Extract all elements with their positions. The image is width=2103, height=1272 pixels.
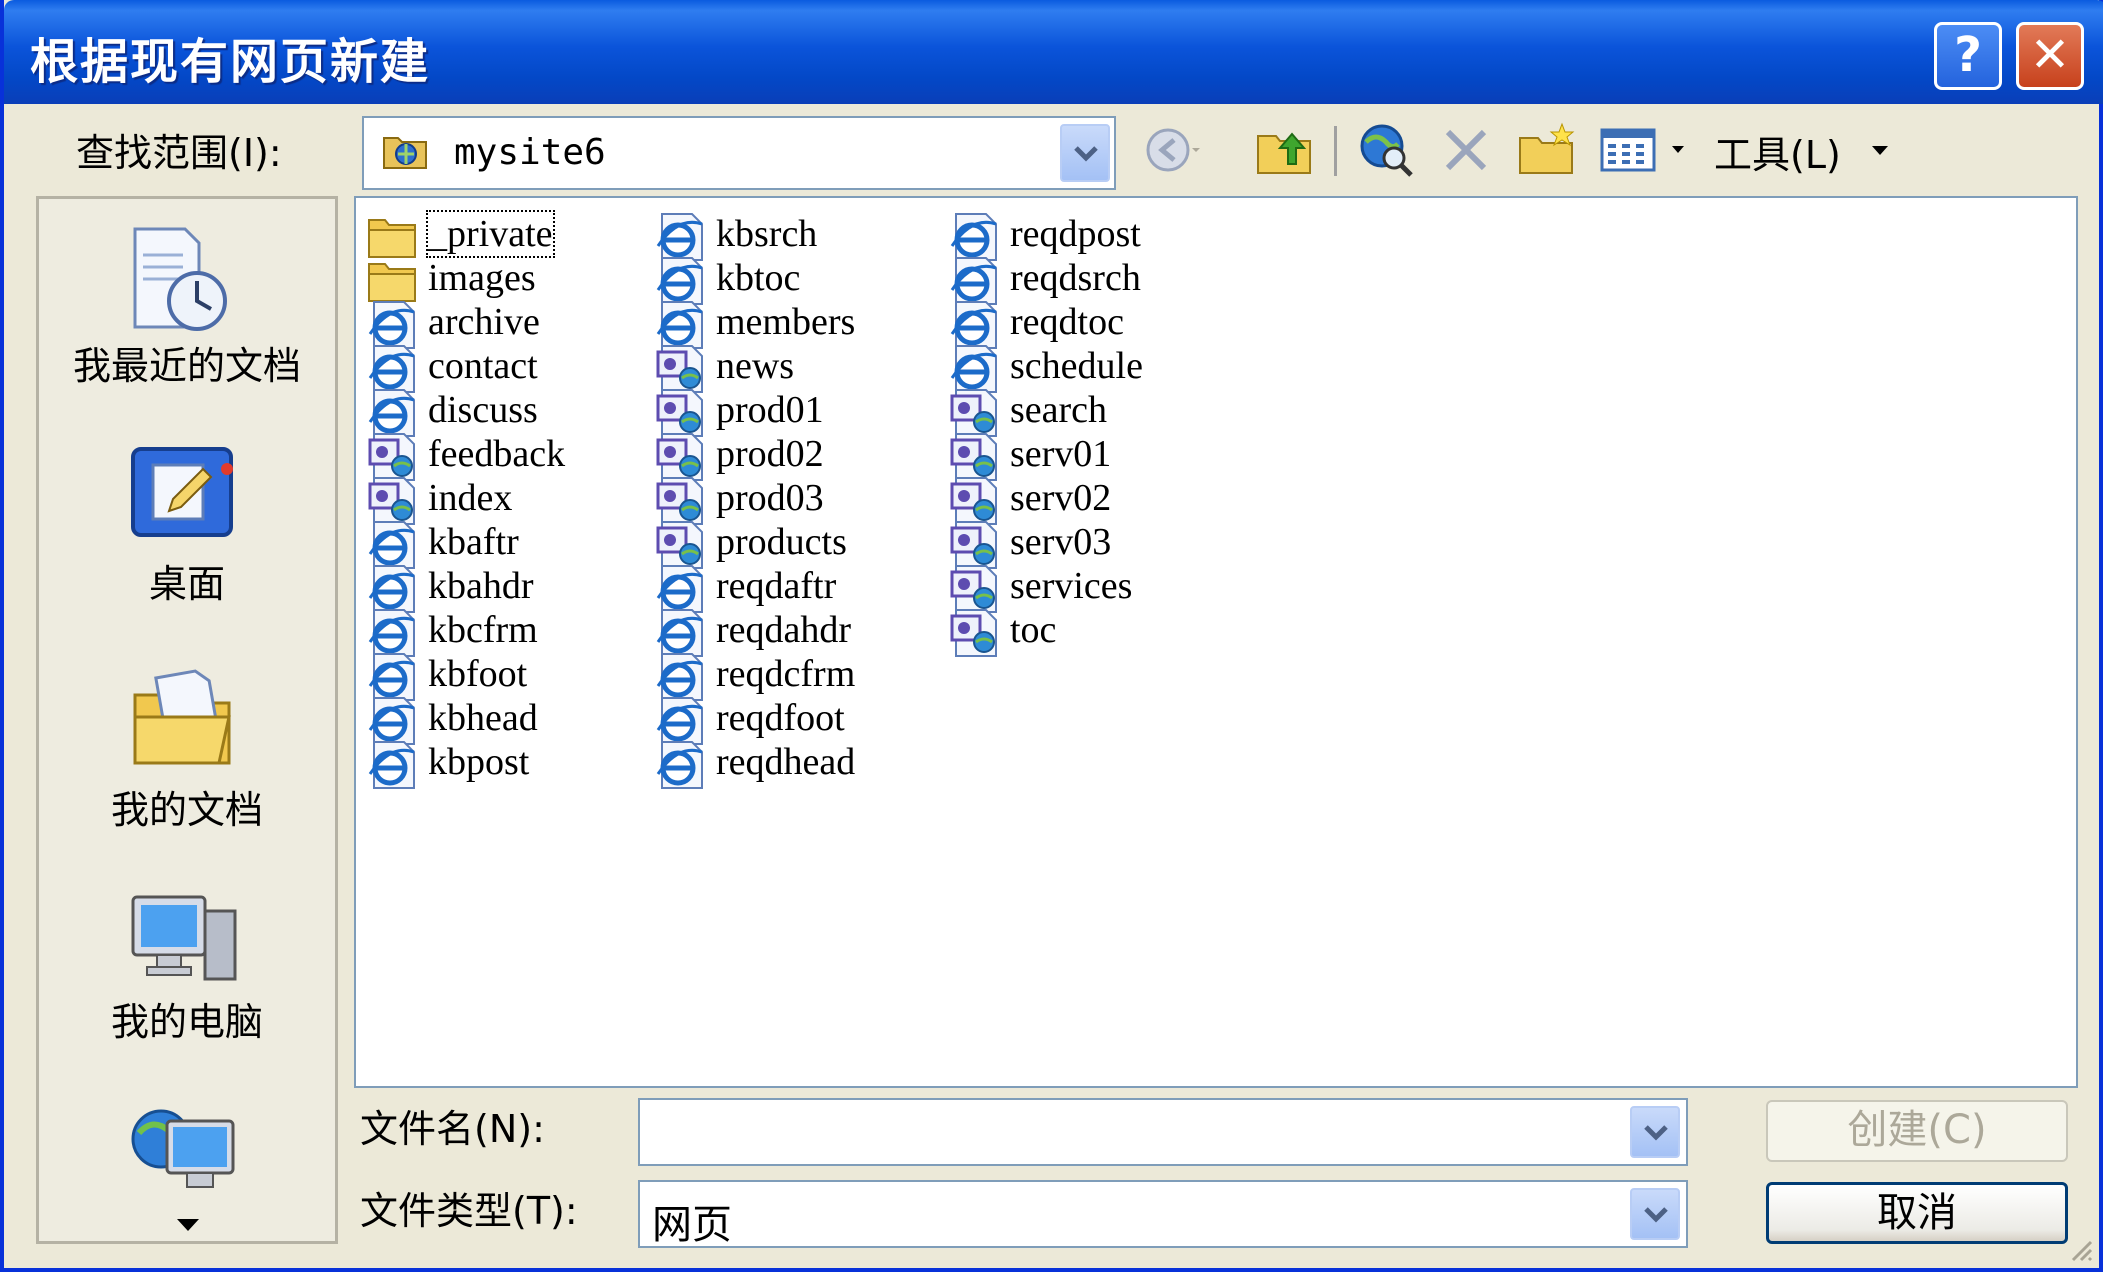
place-label: 我最近的文档: [72, 344, 301, 388]
file-name: reqdpost: [1010, 213, 1141, 255]
back-icon[interactable]: [1142, 120, 1202, 180]
file-name: prod02: [716, 433, 824, 475]
resize-grip-icon[interactable]: [2067, 1236, 2093, 1262]
place-desktop[interactable]: 桌面: [39, 443, 335, 606]
network-places-icon: [131, 1109, 235, 1188]
look-in-dropdown[interactable]: mysite6: [362, 116, 1116, 190]
place-label: 我的电脑: [110, 1000, 263, 1044]
file-name: reqdsrch: [1010, 257, 1141, 299]
file-name: reqdahdr: [716, 609, 852, 651]
place-my-computer[interactable]: 我的电脑: [39, 889, 335, 1044]
delete-icon[interactable]: [1436, 120, 1496, 180]
file-name: kbtoc: [716, 257, 801, 299]
ie-html-file-icon: [368, 741, 415, 789]
file-name: _private: [426, 210, 555, 258]
place-network[interactable]: [39, 1105, 335, 1235]
file-name: images: [428, 257, 536, 299]
file-name: serv02: [1010, 477, 1112, 519]
my-documents-icon: [133, 669, 231, 765]
cancel-button[interactable]: 取消: [1766, 1182, 2068, 1244]
place-recent-documents[interactable]: 我最近的文档: [39, 225, 335, 388]
file-type-value: 网页: [652, 1202, 732, 1248]
new-folder-icon[interactable]: [1516, 120, 1576, 180]
file-name: reqdcfrm: [716, 653, 856, 695]
file-name: kbfoot: [428, 653, 528, 695]
file-name: kbaftr: [428, 521, 519, 563]
desktop-icon: [131, 447, 233, 537]
create-button[interactable]: 创建(C): [1766, 1100, 2068, 1162]
file-name: reqdaftr: [716, 565, 837, 607]
chevron-down-icon: [1074, 146, 1098, 162]
my-computer-icon: [131, 895, 237, 981]
file-name: products: [716, 521, 847, 563]
dialog-window: 根据现有网页新建 ? ✕ 查找范围(I): mysite6 工具(L) 我最近的…: [0, 0, 2103, 1272]
tools-dropdown-arrow-icon[interactable]: [1870, 144, 1890, 158]
file-name: index: [428, 477, 513, 519]
file-name: toc: [1010, 609, 1057, 651]
file-list-view[interactable]: _private images archive contact discuss feedb…: [354, 196, 2078, 1088]
search-web-icon[interactable]: [1356, 120, 1416, 180]
file-name: search: [1010, 389, 1108, 431]
close-button[interactable]: ✕: [2016, 22, 2084, 90]
help-button[interactable]: ?: [1934, 22, 2002, 90]
up-folder-icon[interactable]: [1254, 120, 1314, 180]
file-name: reqdhead: [716, 741, 856, 783]
web-folder-icon: [383, 137, 427, 169]
dialog-title: 根据现有网页新建: [30, 34, 431, 90]
file-name: services: [1010, 565, 1133, 607]
file-name: news: [716, 345, 795, 387]
file-name: contact: [428, 345, 538, 387]
look-in-dropdown-button[interactable]: [1060, 124, 1110, 182]
place-my-documents[interactable]: 我的文档: [39, 665, 335, 832]
file-type-dropdown-button[interactable]: [1630, 1188, 1680, 1240]
file-name: reqdtoc: [1010, 301, 1124, 343]
toolbar-separator: [1334, 126, 1337, 176]
web-page-file-icon: [950, 609, 997, 657]
places-bar: 我最近的文档 桌面 我的文档 我的电脑: [36, 196, 338, 1244]
file-name-label: 文件名(N):: [360, 1107, 545, 1151]
view-menu-icon[interactable]: [1598, 120, 1694, 180]
file-name: serv03: [1010, 521, 1112, 563]
look-in-label: 查找范围(I):: [76, 131, 282, 175]
chevron-down-icon: [1644, 1207, 1668, 1223]
scroll-down-arrow-icon[interactable]: [175, 1217, 201, 1233]
title-bar[interactable]: 根据现有网页新建 ? ✕: [4, 0, 2103, 104]
file-name: kbsrch: [716, 213, 818, 255]
file-name: feedback: [428, 433, 566, 475]
ie-html-file-icon: [656, 741, 703, 789]
file-name: kbcfrm: [428, 609, 538, 651]
file-name: members: [716, 301, 856, 343]
tools-menu[interactable]: 工具(L): [1714, 124, 1841, 179]
place-label: 我的文档: [110, 788, 263, 832]
file-type-combo[interactable]: 网页: [638, 1180, 1688, 1248]
file-name: prod01: [716, 389, 824, 431]
file-name: prod03: [716, 477, 824, 519]
file-name: serv01: [1010, 433, 1112, 475]
recent-documents-icon: [133, 227, 227, 331]
place-label: 桌面: [148, 562, 225, 606]
file-name: reqdfoot: [716, 697, 845, 739]
look-in-value: mysite6: [454, 132, 606, 173]
file-type-label: 文件类型(T):: [360, 1189, 578, 1233]
file-name: kbpost: [428, 741, 530, 783]
chevron-down-icon: [1644, 1125, 1668, 1141]
file-name: kbhead: [428, 697, 538, 739]
file-name: discuss: [428, 389, 538, 431]
file-name: schedule: [1010, 345, 1143, 387]
file-name: kbahdr: [428, 565, 534, 607]
file-name-combo[interactable]: [638, 1098, 1688, 1166]
file-name-dropdown-button[interactable]: [1630, 1106, 1680, 1158]
file-name: archive: [428, 301, 540, 343]
